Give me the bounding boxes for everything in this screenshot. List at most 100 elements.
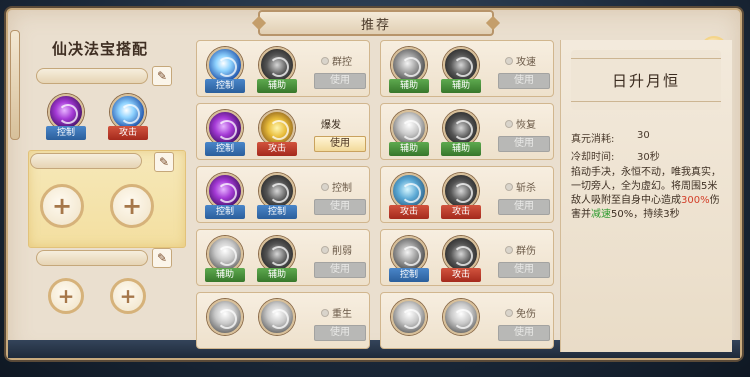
combo-type-label: 爆发 — [321, 116, 341, 131]
plus-icon: + — [119, 284, 137, 308]
combo-type-text: 控制 — [332, 183, 352, 194]
add-skill-slot-button[interactable]: + — [48, 278, 84, 314]
combo-type-label: 控制 — [321, 179, 352, 194]
combo-type-text: 免伤 — [516, 309, 536, 320]
use-button[interactable]: 使用 — [498, 262, 550, 278]
skill-icon-button[interactable]: 控制 — [205, 47, 245, 95]
stat-mana-cost: 真元消耗: 30 — [571, 130, 650, 145]
skill-icon-button[interactable]: 辅助 — [389, 110, 429, 158]
skill-icon-button[interactable]: 攻击 — [389, 173, 429, 221]
skill-type-tag: 辅助 — [257, 79, 297, 93]
skill-type-tag: 攻击 — [108, 126, 148, 140]
set-name-field-2[interactable] — [30, 153, 142, 169]
skill-type-tag: 控制 — [205, 142, 245, 156]
use-button[interactable]: 使用 — [314, 136, 366, 152]
use-button[interactable]: 使用 — [314, 262, 366, 278]
skill-description: 掐动手决，永恒不动，唯我真实，一切旁人，全为虚幻。将周围5米敌人吸附至自身中心造… — [571, 166, 721, 222]
edit-set-name-button-1[interactable]: ✎ — [152, 66, 172, 86]
use-button[interactable]: 使用 — [498, 325, 550, 341]
skill-icon-button[interactable]: 控制 — [46, 94, 86, 142]
radio-dot-icon — [505, 308, 513, 317]
skill-icon-button[interactable]: 辅助 — [441, 47, 481, 95]
radio-dot-icon — [505, 182, 513, 191]
skill-type-tag: 控制 — [389, 268, 429, 282]
ghost-mask-icon — [443, 47, 479, 83]
combo-type-text: 群伤 — [516, 246, 536, 257]
edit-set-name-button-3[interactable]: ✎ — [152, 248, 172, 268]
figure-silhouette-icon — [207, 299, 243, 335]
skill-icon-button[interactable] — [389, 299, 429, 347]
use-button[interactable]: 使用 — [314, 73, 366, 89]
plus-icon: + — [57, 284, 75, 308]
stat-label: 冷却时间: — [571, 152, 615, 163]
recommended-combos-list[interactable]: 控制 辅助 群控 使用 辅助 辅助 攻速 使用 控制 攻击 爆发 使用 辅助 辅助 恢复 使用 控制 控制 控制 使用… — [196, 40, 554, 352]
add-skill-slot-button[interactable]: + — [110, 184, 154, 228]
use-button[interactable]: 使用 — [314, 325, 366, 341]
skill-icon-button[interactable] — [441, 299, 481, 347]
skill-icon-button[interactable]: 攻击 — [441, 173, 481, 221]
skill-type-tag: 攻击 — [389, 205, 429, 219]
moon-swirl-icon — [443, 110, 479, 146]
use-button[interactable]: 使用 — [498, 136, 550, 152]
radio-dot-icon — [321, 308, 329, 317]
radio-dot-icon — [505, 119, 513, 128]
tab-recommend-label: 推荐 — [360, 17, 391, 33]
scroll-ornament — [10, 30, 20, 140]
plus-icon: + — [51, 192, 73, 220]
skill-icon-button[interactable]: 辅助 — [257, 47, 297, 95]
use-button[interactable]: 使用 — [314, 199, 366, 215]
skill-icon-button[interactable]: 攻击 — [441, 236, 481, 284]
combo-type-text: 攻速 — [516, 57, 536, 68]
skill-icon-button[interactable]: 辅助 — [441, 110, 481, 158]
skill-icon-button[interactable]: 辅助 — [257, 236, 297, 284]
ice-blast-icon — [391, 173, 427, 209]
set-name-field-3[interactable] — [36, 250, 148, 266]
use-button[interactable]: 使用 — [498, 73, 550, 89]
combo-type-label: 恢复 — [505, 116, 536, 131]
use-button[interactable]: 使用 — [498, 199, 550, 215]
skill-icon-button[interactable]: 攻击 — [108, 94, 148, 142]
radiant-star-icon — [259, 299, 295, 335]
rock-fist-icon — [443, 236, 479, 272]
skill-icon-button[interactable]: 控制 — [257, 173, 297, 221]
combo-card[interactable]: 控制 攻击 爆发使用 — [196, 103, 370, 160]
lotus-icon — [391, 110, 427, 146]
skill-icon-button[interactable]: 辅助 — [389, 47, 429, 95]
stat-label: 真元消耗: — [571, 134, 615, 145]
combo-card[interactable]: 重生 使用 — [196, 292, 370, 349]
combo-card[interactable]: 控制 辅助 群控 使用 — [196, 40, 370, 97]
combo-card[interactable]: 辅助 辅助 削弱 使用 — [196, 229, 370, 286]
add-skill-slot-button[interactable]: + — [110, 278, 146, 314]
purple-vortex-icon — [207, 173, 243, 209]
combo-card[interactable]: 辅助 辅助 攻速使用 — [380, 40, 554, 97]
radio-dot-icon — [321, 56, 329, 65]
skill-type-tag: 辅助 — [389, 142, 429, 156]
skill-icon-button[interactable] — [205, 299, 245, 347]
stat-value: 30 — [637, 130, 650, 141]
combo-type-text: 爆发 — [321, 120, 341, 131]
black-vortex-icon — [443, 173, 479, 209]
combo-card[interactable]: 攻击 攻击 斩杀使用 — [380, 166, 554, 223]
skill-icon-button[interactable]: 攻击 — [257, 110, 297, 158]
skill-type-tag: 控制 — [46, 126, 86, 140]
lightning-burst-icon — [110, 94, 146, 130]
skill-type-tag: 攻击 — [441, 205, 481, 219]
skill-type-tag: 辅助 — [441, 142, 481, 156]
combo-card[interactable]: 控制 攻击 群伤使用 — [380, 229, 554, 286]
skill-icon-button[interactable]: 控制 — [205, 110, 245, 158]
skill-icon-button[interactable]: 控制 — [205, 173, 245, 221]
set-name-field-1[interactable] — [36, 68, 148, 84]
skill-type-tag: 控制 — [205, 79, 245, 93]
add-skill-slot-button[interactable]: + — [40, 184, 84, 228]
combo-type-text: 重生 — [332, 309, 352, 320]
skill-icon-button[interactable] — [257, 299, 297, 347]
combo-card[interactable]: 辅助 辅助 恢复使用 — [380, 103, 554, 160]
skill-icon-button[interactable]: 辅助 — [205, 236, 245, 284]
combo-sets-panel: 仙决法宝搭配 ✎ ✎ + + ✎ + + 控制 攻击 — [10, 22, 188, 352]
combo-card[interactable]: 免伤 使用 — [380, 292, 554, 349]
combo-card[interactable]: 控制 控制 控制 使用 — [196, 166, 370, 223]
edit-set-name-button-2[interactable]: ✎ — [154, 152, 174, 172]
skill-icon-button[interactable]: 控制 — [389, 236, 429, 284]
combo-type-text: 斩杀 — [516, 183, 536, 194]
tab-recommend[interactable]: 推荐 — [258, 10, 494, 36]
